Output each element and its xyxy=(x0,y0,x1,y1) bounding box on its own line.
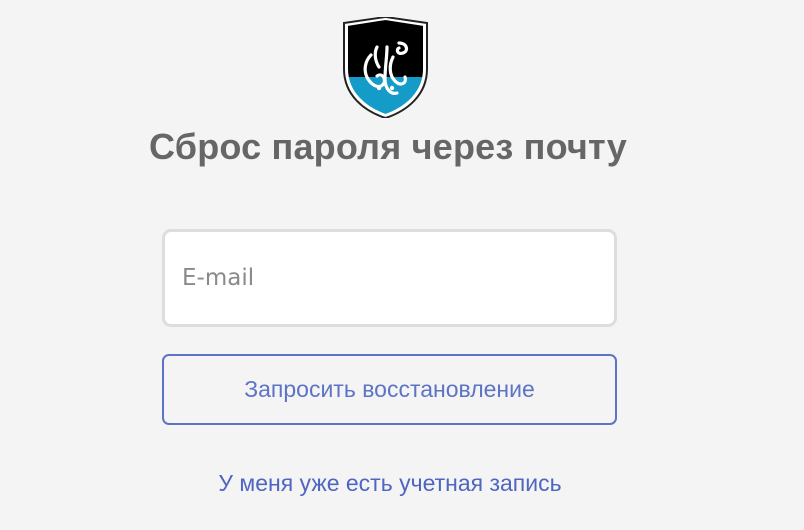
login-link[interactable]: У меня уже есть учетная запись xyxy=(0,470,780,497)
password-reset-page: Сброс пароля через почту Запросить восст… xyxy=(0,0,804,530)
email-field[interactable] xyxy=(162,229,617,327)
request-recovery-button[interactable]: Запросить восстановление xyxy=(162,354,617,425)
octopus-shield-logo xyxy=(343,17,428,118)
page-title: Сброс пароля через почту xyxy=(149,126,627,167)
